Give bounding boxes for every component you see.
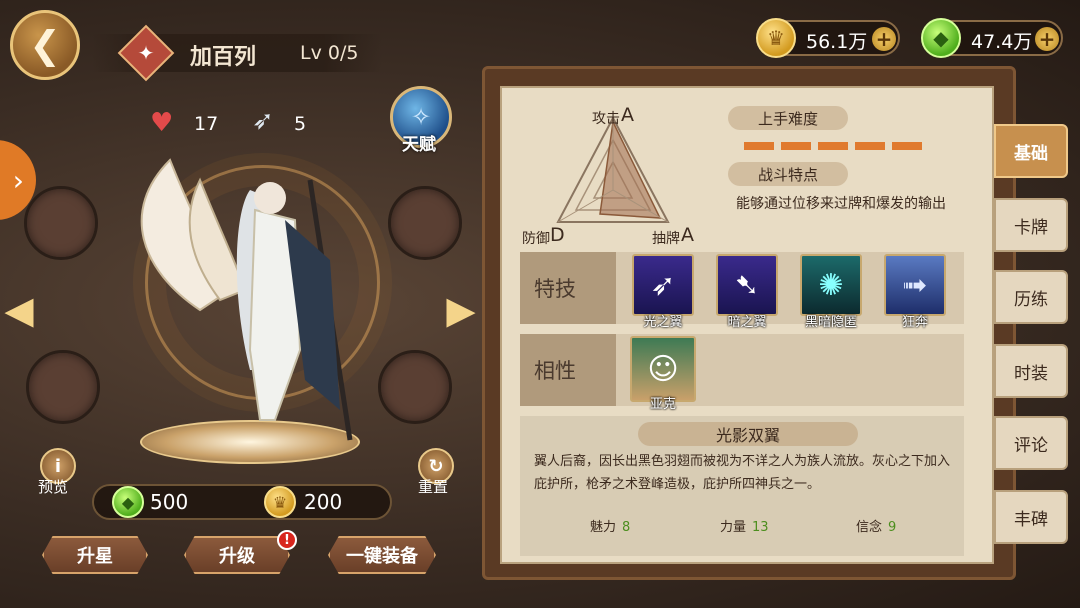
bio-text: 翼人后裔，因长出黑色羽翅而被视为不详之人为族人流放。灰心之下加入庇护所，枪矛之术… [534,454,951,492]
attribute-faith: 信念 9 [856,520,897,535]
skills-label: 特技 [520,252,616,324]
skill-name: 狂奔 [901,315,928,330]
draw-grade: A [681,224,694,246]
difficulty-segment [781,142,811,150]
tab-basic[interactable]: 基础 [994,124,1068,178]
defense-grade: D [550,224,565,246]
refresh-icon: ↻ [428,455,444,477]
back-button[interactable]: ❮ [10,10,80,80]
skill-name: 黑暗隐匿 [804,315,857,330]
draw-label: 抽牌 [652,231,680,247]
tab-training[interactable]: 历练 [994,270,1068,324]
wing-right-icon[interactable]: ➶ [632,254,694,316]
tab-comments[interactable]: 评论 [994,416,1068,470]
gold-coin-icon: ♛ [264,486,296,518]
attack-grade: A [621,104,634,126]
skill-name: 暗之翼 [727,315,767,330]
attribute-charm: 魅力 8 [590,520,631,535]
next-hero-arrow[interactable]: ▶ [444,288,478,332]
star-up-button[interactable]: 升星 [42,536,148,574]
gem-currency: ◆ 47.4万 + [921,18,1063,58]
level-up-alert-badge: ! [277,530,297,550]
battle-feature-text: 能够通过位移来过牌和爆发的输出 [736,196,946,212]
battle-feature-title: 战斗特点 [728,162,848,186]
likes-count: 17 [194,113,219,135]
difficulty-title: 上手难度 [728,106,848,130]
tab-monument[interactable]: 丰碑 [994,490,1068,544]
cost-gold: 200 [304,490,343,514]
hero-name: 加百列 [190,45,257,70]
level-up-button[interactable]: 升级 [184,536,290,574]
add-gem-button[interactable]: + [1035,27,1059,51]
chevron-right-icon: › [12,163,24,197]
cost-gem: 500 [150,490,189,514]
tab-costume[interactable]: 时装 [994,344,1068,398]
arrow-left-icon: ◀ [4,288,34,332]
dark-stealth-icon[interactable]: ✺ [800,254,862,316]
gold-currency: ♛ 56.1万 + [756,18,900,58]
difficulty-segment [855,142,885,150]
wing-left-icon[interactable]: ➷ [716,254,778,316]
hero-figure [140,158,353,441]
wings-count: 5 [294,113,307,135]
hero-level: Lv 0/5 [300,42,359,64]
spear-icon: ✦ [137,41,155,65]
heart-icon: ♥ [150,108,174,138]
talent-rune-icon: ✧ [410,103,432,131]
add-gold-button[interactable]: + [872,27,896,51]
skill-name: 光之翼 [643,315,683,330]
auto-equip-button[interactable]: 一键装备 [328,536,436,574]
affinity-hero-name: 亚克 [649,397,676,412]
gem-potion-icon: ◆ [112,486,144,518]
difficulty-segment [818,142,848,150]
tab-cards[interactable]: 卡牌 [994,198,1068,252]
radar-chart [556,115,670,223]
bio-title: 光影双翼 [638,422,858,446]
defense-label: 防御 [522,231,550,247]
difficulty-segment [892,142,922,150]
equipment-slot-1[interactable] [24,186,98,260]
prev-hero-arrow[interactable]: ◀ [2,288,36,332]
attribute-strength: 力量 13 [720,520,769,535]
arrow-right-icon: ▶ [446,288,476,332]
affinity-label: 相性 [520,334,616,406]
info-icon: i [54,455,62,477]
reset-label: 重置 [418,478,449,496]
gem-potion-icon: ◆ [921,18,961,58]
equipment-slot-2[interactable] [26,350,100,424]
chevron-left-icon: ❮ [29,23,61,67]
gold-amount: 56.1万 [806,31,868,53]
difficulty-segment [744,142,774,150]
gold-coin-icon: ♛ [756,18,796,58]
attack-label: 攻击 [592,111,620,127]
winged-boot-icon: ➶ [252,106,274,136]
gem-amount: 47.4万 [971,31,1033,53]
preview-label: 预览 [38,478,69,496]
talent-label: 天赋 [402,135,436,155]
sprint-icon[interactable]: ➟ [884,254,946,316]
